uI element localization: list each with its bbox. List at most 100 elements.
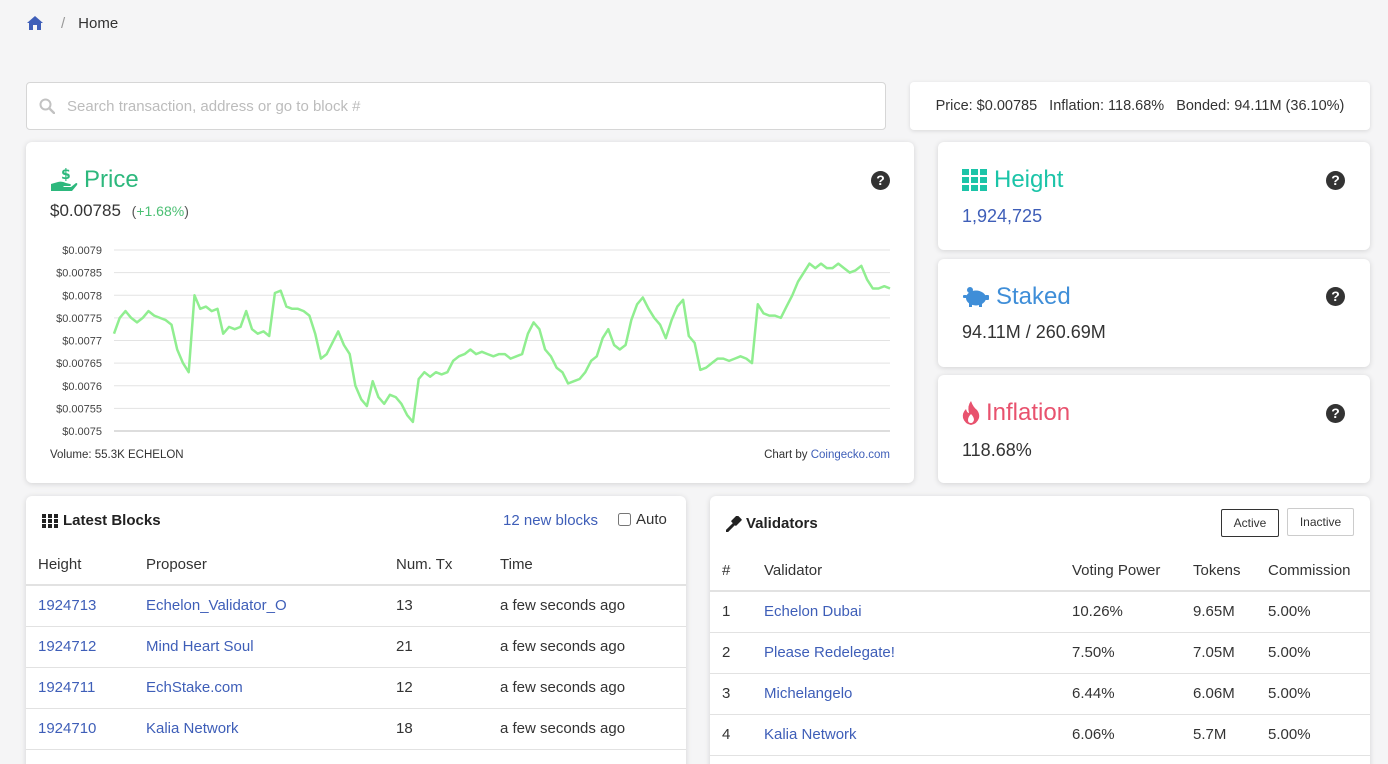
block-height-link[interactable]: 1924710 xyxy=(38,720,96,737)
y-tick-label: $0.00755 xyxy=(56,403,102,415)
hand-holding-usd-icon: $ xyxy=(51,167,78,191)
height-card: Height ? 1,924,725 xyxy=(938,142,1370,250)
svg-text:$: $ xyxy=(61,167,71,183)
block-time: a few seconds ago xyxy=(500,667,686,709)
validator-commission: 5.00% xyxy=(1268,632,1370,674)
validator-rank: 3 xyxy=(710,673,764,715)
col-commission: Commission xyxy=(1268,550,1370,592)
search-icon xyxy=(39,98,55,114)
validators-table: # Validator Voting Power Tokens Commissi… xyxy=(710,550,1370,756)
chart-credit-prefix: Chart by xyxy=(764,449,811,461)
stats-bar: Price: $0.00785 Inflation: 118.68% Bonde… xyxy=(910,82,1370,130)
price-line xyxy=(112,262,891,424)
validator-tokens: 6.06M xyxy=(1193,673,1268,715)
grid-icon xyxy=(962,169,987,191)
block-row: 1924711 EchStake.com 12 a few seconds ago xyxy=(26,667,686,709)
coingecko-link[interactable]: Coingecko.com xyxy=(811,449,890,461)
active-button[interactable]: Active xyxy=(1221,509,1279,537)
block-proposer-link[interactable]: Mind Heart Soul xyxy=(146,638,254,655)
col-rank: # xyxy=(710,550,764,592)
block-height-link[interactable]: 1924712 xyxy=(38,638,96,655)
block-height-link[interactable]: 1924713 xyxy=(38,597,96,614)
height-title-label: Height xyxy=(994,166,1064,193)
price-title: $ Price xyxy=(50,166,139,194)
block-num-tx: 12 xyxy=(396,667,500,709)
breadcrumb: / Home xyxy=(26,12,118,34)
price-value: $0.00785 xyxy=(50,201,121,220)
block-row: 1924713 Echelon_Validator_O 13 a few second… xyxy=(26,585,686,627)
stats-inflation: Inflation: 118.68% xyxy=(1049,98,1165,114)
block-proposer-link[interactable]: EchStake.com xyxy=(146,679,243,696)
latest-blocks-card: Latest Blocks 12 new blocks Auto Height … xyxy=(26,496,686,764)
gavel-icon xyxy=(726,515,742,532)
search-input[interactable] xyxy=(67,97,847,115)
staked-title-label: Staked xyxy=(996,283,1071,310)
fire-icon xyxy=(962,401,980,425)
validator-name-link[interactable]: Echelon Dubai xyxy=(764,603,862,620)
y-tick-label: $0.0075 xyxy=(62,426,102,438)
staked-card: Staked ? 94.11M / 260.69M xyxy=(938,259,1370,367)
inflation-card: Inflation ? 118.68% xyxy=(938,375,1370,483)
validators-header-row: # Validator Voting Power Tokens Commissi… xyxy=(710,550,1370,592)
inactive-button[interactable]: Inactive xyxy=(1287,508,1354,536)
staked-help-icon[interactable]: ? xyxy=(1326,287,1345,306)
height-title: Height xyxy=(962,166,1063,194)
col-validator: Validator xyxy=(764,550,1072,592)
inflation-help-icon[interactable]: ? xyxy=(1326,404,1345,423)
height-value[interactable]: 1,924,725 xyxy=(962,206,1042,227)
block-row: 1924710 Kalia Network 18 a few seconds ago xyxy=(26,708,686,750)
chart-credit: Chart by Coingecko.com xyxy=(764,449,890,461)
block-proposer-link[interactable]: Kalia Network xyxy=(146,720,239,737)
y-tick-label: $0.00775 xyxy=(56,313,102,325)
chart-volume: Volume: 55.3K ECHELON xyxy=(50,449,184,461)
block-time: a few seconds ago xyxy=(500,626,686,668)
validators-title-label: Validators xyxy=(746,515,818,532)
validator-rank: 1 xyxy=(710,591,764,633)
validator-name-link[interactable]: Kalia Network xyxy=(764,726,857,743)
validator-commission: 5.00% xyxy=(1268,714,1370,756)
home-icon[interactable] xyxy=(26,15,44,31)
stats-bonded: Bonded: 94.11M (36.10%) xyxy=(1176,98,1345,114)
y-tick-label: $0.0079 xyxy=(62,245,102,257)
block-num-tx: 13 xyxy=(396,585,500,627)
y-tick-label: $0.00785 xyxy=(56,268,102,280)
auto-label: Auto xyxy=(636,511,667,528)
auto-toggle[interactable]: Auto xyxy=(618,511,667,528)
inflation-title: Inflation xyxy=(962,399,1070,427)
price-chart: $0.0079 $0.00785 $0.0078 $0.00775 $0.0077 $0.… xyxy=(56,245,891,438)
y-tick-label: $0.00765 xyxy=(56,358,102,370)
validator-row: 1 Echelon Dubai 10.26% 9.65M 5.00% xyxy=(710,591,1370,633)
col-time: Time xyxy=(500,544,686,586)
validator-voting-power: 7.50% xyxy=(1072,632,1193,674)
block-proposer-link[interactable]: Echelon_Validator_O xyxy=(146,597,287,614)
piggy-bank-icon xyxy=(963,287,989,307)
inflation-title-label: Inflation xyxy=(986,399,1071,426)
latest-blocks-title-label: Latest Blocks xyxy=(63,512,161,529)
price-change: (+1.68%) xyxy=(131,203,189,219)
col-proposer: Proposer xyxy=(146,544,396,586)
latest-blocks-title: Latest Blocks xyxy=(42,512,161,529)
inflation-value: 118.68% xyxy=(962,440,1032,460)
stats-price: Price: $0.00785 xyxy=(935,98,1038,114)
validator-row: 3 Michelangelo 6.44% 6.06M 5.00% xyxy=(710,673,1370,715)
staked-title: Staked xyxy=(962,283,1071,311)
height-help-icon[interactable]: ? xyxy=(1326,171,1345,190)
validator-tokens: 7.05M xyxy=(1193,632,1268,674)
auto-checkbox[interactable] xyxy=(618,513,631,526)
col-height: Height xyxy=(26,544,146,586)
validator-voting-power: 6.44% xyxy=(1072,673,1193,715)
price-card: $ Price ? $0.00785 (+1.68%) $0.0079 $0.00… xyxy=(26,142,914,483)
price-change-value: +1.68% xyxy=(136,203,185,219)
staked-value: 94.11M / 260.69M xyxy=(962,322,1106,342)
block-height-link[interactable]: 1924711 xyxy=(38,679,95,696)
block-num-tx: 18 xyxy=(396,708,500,750)
validator-name-link[interactable]: Michelangelo xyxy=(764,685,852,702)
price-help-icon[interactable]: ? xyxy=(871,171,890,190)
th-icon xyxy=(42,513,58,528)
validator-row: 2 Please Redelegate! 7.50% 7.05M 5.00% xyxy=(710,632,1370,674)
new-blocks-link[interactable]: 12 new blocks xyxy=(503,512,598,529)
search-box[interactable] xyxy=(26,82,886,130)
col-tokens: Tokens xyxy=(1193,550,1268,592)
validator-tokens: 5.7M xyxy=(1193,714,1268,756)
validator-name-link[interactable]: Please Redelegate! xyxy=(764,644,895,661)
